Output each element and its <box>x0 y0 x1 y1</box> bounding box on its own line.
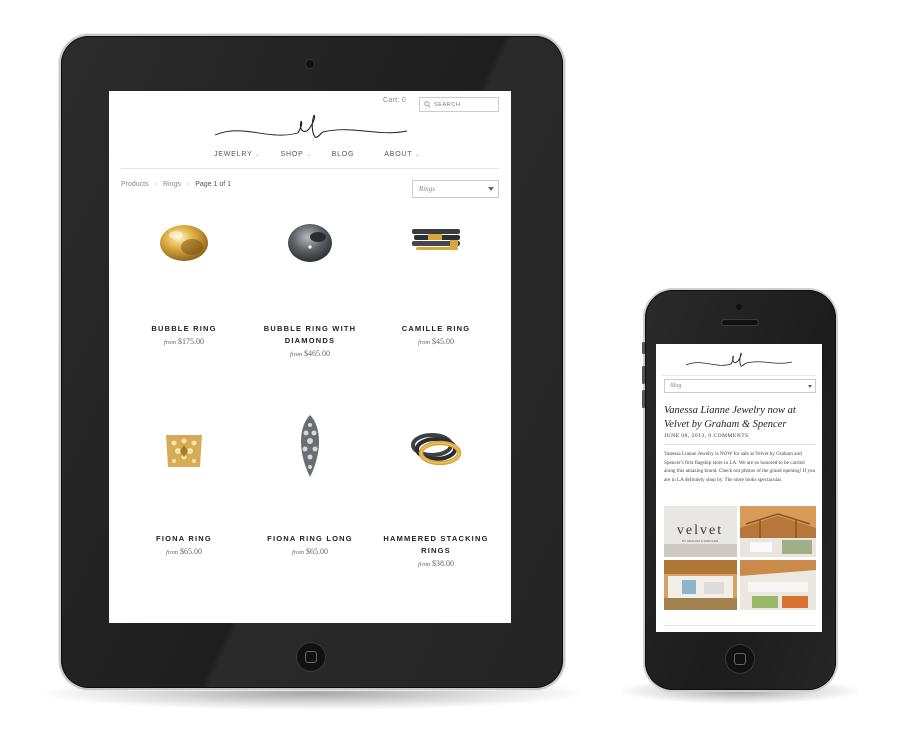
product-price: from $65.00 <box>247 547 373 556</box>
search-input[interactable] <box>434 101 494 108</box>
hammered-stacking-rings-icon <box>411 433 462 466</box>
search-box[interactable] <box>419 97 499 112</box>
price-prefix: from <box>417 561 431 568</box>
chevron-down-icon: ⌄ <box>415 151 421 158</box>
collection-select-value: Rings <box>419 185 435 193</box>
product-price: from $65.00 <box>121 547 247 556</box>
post-body: Vanessa Lianne Jewelry is NOW for sale a… <box>664 451 816 483</box>
brand-logo <box>214 114 408 138</box>
breadcrumb-products[interactable]: Products <box>121 181 149 188</box>
product-name-line: RINGS <box>421 546 451 555</box>
home-square-icon <box>734 653 746 665</box>
chevron-down-icon: ⌄ <box>306 151 312 158</box>
velvet-sign-text: velvet <box>677 523 723 538</box>
phone-home-button[interactable] <box>725 644 755 674</box>
breadcrumb: Products › Rings › Page 1 of 1 <box>121 181 231 188</box>
product-name[interactable]: HAMMERED STACKING RINGS <box>373 533 499 557</box>
nav-shop[interactable]: SHOP ⌄ <box>281 151 312 158</box>
price-value: $38.00 <box>432 559 455 568</box>
phone-screen: Blog Vanessa Lianne Jewelry now at Velve… <box>656 344 822 632</box>
price-value: $465.00 <box>304 349 331 358</box>
price-value: $65.00 <box>180 547 203 556</box>
nav-label: SHOP <box>280 151 304 158</box>
tablet-camera <box>306 60 314 68</box>
volume-up-button <box>642 366 645 384</box>
breadcrumb-separator: › <box>186 181 190 188</box>
product-name[interactable]: CAMILLE RING <box>373 323 499 335</box>
oxidized-dome-ring-icon <box>288 224 332 262</box>
tablet-screen: Cart: 0 JEWELRY⌄ SHOP⌄ BLOG ABOUT⌄ Produ… <box>109 91 511 623</box>
product-price: from $465.00 <box>247 349 373 358</box>
breadcrumb-separator: › <box>154 181 157 188</box>
post-title[interactable]: Vanessa Lianne Jewelry now at Velvet by … <box>664 404 819 432</box>
cart-link[interactable]: Cart: 0 <box>383 97 406 104</box>
home-square-icon <box>305 651 317 663</box>
nav-blog[interactable]: BLOG <box>332 151 355 158</box>
price-value: $175.00 <box>178 337 205 346</box>
silver-filigree-long-ring-icon <box>301 415 319 477</box>
nav-label: ABOUT <box>384 151 413 158</box>
volume-down-button <box>642 390 645 408</box>
breadcrumb-page: Page 1 of 1 <box>195 181 232 188</box>
product-name[interactable]: BUBBLE RING <box>121 323 247 335</box>
post-meta: JUNE 08, 2013, 0 COMMENTS <box>664 433 749 439</box>
gold-dome-ring-icon <box>160 225 208 261</box>
nav-about[interactable]: ABOUT ⌄ <box>384 151 420 158</box>
price-prefix: from <box>289 351 303 358</box>
tablet-home-button[interactable] <box>296 642 326 672</box>
dropdown-arrow-icon <box>488 187 494 191</box>
price-prefix: from <box>417 339 431 346</box>
phone-camera <box>736 304 742 310</box>
product-name[interactable]: BUBBLE RING WITH DIAMONDS <box>247 323 373 347</box>
blog-select-value: Blog <box>670 383 682 389</box>
product-name-line: HAMMERED STACKING <box>383 534 489 543</box>
main-nav: JEWELRY ⌄ SHOP ⌄ BLOG ABOUT ⌄ <box>214 151 420 158</box>
product-name-line: BUBBLE RING WITH <box>263 324 357 333</box>
header-divider <box>121 168 499 169</box>
velvet-sign-subtext: BY GRAHAM & SPENCER <box>682 539 719 543</box>
brand-logo <box>685 352 793 367</box>
nav-label: BLOG <box>331 151 355 158</box>
product-name[interactable]: FIONA RING <box>121 533 247 545</box>
price-prefix: from <box>165 549 179 556</box>
post-divider <box>664 444 816 445</box>
blog-select[interactable]: Blog <box>664 379 816 393</box>
store-photos-image: velvet BY GRAHAM & SPENCER <box>664 506 816 610</box>
dropdown-arrow-icon <box>808 385 812 388</box>
price-value: $45.00 <box>432 337 455 346</box>
post-footer-divider <box>664 625 816 626</box>
mute-switch <box>642 342 645 354</box>
phone-speaker <box>722 320 758 325</box>
post-photo-collage: velvet BY GRAHAM & SPENCER <box>664 506 816 610</box>
product-name-line: DIAMONDS <box>284 336 336 345</box>
nav-label: JEWELRY <box>214 151 253 158</box>
product-price: from $175.00 <box>121 337 247 346</box>
product-name[interactable]: FIONA RING LONG <box>247 533 373 545</box>
breadcrumb-rings[interactable]: Rings <box>163 181 181 188</box>
price-prefix: from <box>163 339 177 346</box>
nav-jewelry[interactable]: JEWELRY ⌄ <box>214 151 261 158</box>
collection-select[interactable]: Rings <box>412 180 499 198</box>
gold-filigree-ring-icon <box>166 435 202 467</box>
stacked-band-rings-icon <box>412 229 460 250</box>
chevron-down-icon: ⌄ <box>255 151 261 158</box>
product-price: from $38.00 <box>373 559 499 568</box>
tablet-device: Cart: 0 JEWELRY⌄ SHOP⌄ BLOG ABOUT⌄ Produ… <box>61 36 563 688</box>
header-divider <box>662 375 816 376</box>
phone-device: Blog Vanessa Lianne Jewelry now at Velve… <box>642 290 836 690</box>
price-prefix: from <box>291 549 305 556</box>
product-price: from $45.00 <box>373 337 499 346</box>
price-value: $65.00 <box>306 547 329 556</box>
search-icon <box>424 101 431 108</box>
